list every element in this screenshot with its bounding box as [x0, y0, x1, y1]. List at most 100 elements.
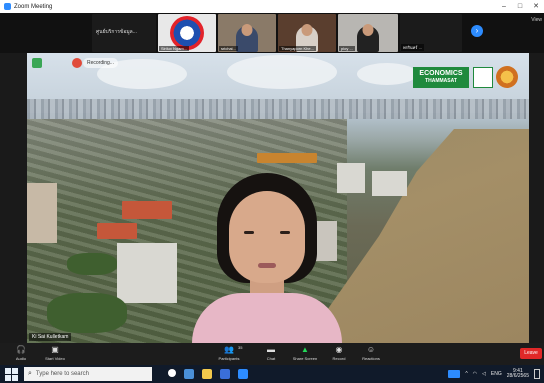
tree-cluster [67, 253, 117, 275]
presenter-shirt [192, 293, 342, 343]
chat-icon: ▬ [267, 345, 275, 354]
edge-icon[interactable] [184, 369, 194, 379]
clock-date: 28/6/2565 [506, 373, 529, 379]
reactions-icon: ☺ [366, 345, 376, 354]
view-button[interactable]: View [531, 17, 542, 23]
brand-title: ECONOMICS [419, 70, 463, 77]
brand-subtitle: THAMMASAT [425, 78, 457, 84]
windows-start-button[interactable] [4, 367, 18, 381]
meeting-toolbar: 🎧 Audio ▣ Start Video 👥 Participants 35 … [0, 343, 544, 365]
audio-label: Audio [15, 356, 27, 361]
windows-taskbar: ⌕ Type here to search ^ ◠ ◁ ENG 9:41 28/… [0, 365, 544, 383]
windows-logo-icon [4, 374, 11, 381]
language-indicator[interactable]: ENG [491, 371, 502, 377]
participant-thumb[interactable]: ploy ... [338, 14, 398, 52]
chevron-up-icon[interactable]: ^ [465, 371, 467, 377]
temple-roof [122, 201, 172, 219]
participants-icon: 👥 [224, 345, 234, 354]
temple-roof [257, 153, 317, 163]
participant-thumb[interactable]: Thanyaporn Khe... [278, 14, 336, 52]
participant-name: srichai... [219, 46, 238, 51]
network-icon[interactable]: ◠ [473, 371, 477, 377]
record-button[interactable]: ◉ Record [322, 345, 356, 361]
chat-button[interactable]: ▬ Chat [254, 345, 288, 361]
maximize-button[interactable]: □ [512, 0, 528, 13]
windows-logo-icon [4, 367, 11, 374]
presenter-lips [258, 263, 276, 268]
presenter-eye [280, 231, 290, 234]
economics-logo: ECONOMICS THAMMASAT [413, 67, 469, 88]
city-skyline [27, 99, 529, 119]
participant-head [241, 24, 253, 36]
participant-thumb[interactable]: พรรินทร์ ... [400, 14, 462, 52]
participant-head [362, 24, 374, 36]
participant-thumb[interactable]: Sirilux Ngam... [158, 14, 216, 52]
record-indicator-icon [72, 58, 82, 68]
cloud [357, 63, 417, 85]
windows-logo-icon [11, 374, 18, 381]
seal-emblem-icon [496, 66, 518, 88]
building [372, 171, 407, 196]
participant-name: Thanyaporn Khe... [279, 46, 316, 51]
presenter [192, 173, 342, 343]
share-screen-button[interactable]: ▲ Share Screen [288, 345, 322, 361]
share-screen-label: Share Screen [292, 356, 318, 361]
organization-logo-icon [170, 16, 204, 50]
reactions-label: Reactions [362, 356, 380, 361]
minimize-button[interactable]: – [496, 0, 512, 13]
presenter-eye [244, 231, 254, 234]
window-controls: – □ ✕ [496, 0, 544, 13]
search-icon: ⌕ [28, 370, 32, 377]
speaker-name-tag: Ki Sai Kulletkam [29, 333, 72, 341]
mail-icon[interactable] [220, 369, 230, 379]
participants-label: Participants [218, 356, 240, 361]
leave-button[interactable]: Leave [520, 348, 542, 359]
window-titlebar: Zoom Meeting – □ ✕ [0, 0, 544, 13]
participant-thumb[interactable]: srichai... [218, 14, 276, 52]
next-page-button[interactable]: › [471, 25, 483, 37]
zoom-taskbar-icon[interactable] [238, 369, 248, 379]
recording-label: Recording... [83, 58, 118, 68]
cloud [227, 55, 337, 89]
chat-label: Chat [266, 356, 276, 361]
reactions-button[interactable]: ☺ Reactions [354, 345, 388, 361]
taskbar-clock[interactable]: 9:41 28/6/2565 [506, 368, 529, 380]
temple-roof [97, 223, 137, 239]
file-explorer-icon[interactable] [202, 369, 212, 379]
building [117, 243, 177, 303]
taskbar-search[interactable]: ⌕ Type here to search [24, 367, 152, 381]
start-video-label: Start Video [45, 356, 65, 361]
record-icon: ◉ [335, 345, 343, 354]
tree-cluster [47, 293, 127, 333]
start-video-button[interactable]: ▣ Start Video [38, 345, 72, 361]
window-title: Zoom Meeting [14, 3, 53, 10]
participants-count: 35 [238, 345, 243, 350]
presenter-face [229, 191, 305, 283]
search-placeholder: Type here to search [35, 371, 89, 377]
share-screen-icon: ▲ [301, 345, 309, 354]
zoom-app-icon [4, 3, 11, 10]
record-label: Record [332, 356, 346, 361]
active-speaker-video: Recording... ECONOMICS THAMMASAT Ki Sai … [27, 53, 529, 343]
building [27, 183, 57, 243]
participant-strip: ศูนย์บริการข้อมูล... Sirilux Ngam... sri… [0, 13, 544, 53]
shield-icon[interactable] [32, 58, 42, 68]
participant-name: ploy ... [339, 46, 355, 51]
tray-app-icon[interactable] [448, 370, 461, 378]
volume-icon[interactable]: ◁ [482, 371, 486, 377]
windows-logo-icon [11, 367, 18, 374]
audio-button[interactable]: 🎧 Audio [4, 345, 38, 361]
headphones-icon: 🎧 [16, 345, 26, 354]
video-off-icon: ▣ [51, 345, 59, 354]
participant-name: พรรินทร์ ... [401, 44, 424, 51]
pinned-apps [168, 369, 248, 379]
participant-thumb[interactable]: ศูนย์บริการข้อมูล... [92, 14, 156, 52]
participant-name: Sirilux Ngam... [159, 46, 190, 51]
notification-icon[interactable] [534, 369, 540, 379]
system-tray: ^ ◠ ◁ ENG 9:41 28/6/2565 [448, 365, 540, 383]
university-emblem-icon [473, 67, 493, 88]
close-button[interactable]: ✕ [528, 0, 544, 13]
participant-thumb-text: ศูนย์บริการข้อมูล... [96, 29, 137, 35]
task-view-icon[interactable] [168, 369, 176, 377]
participant-head [301, 24, 313, 36]
